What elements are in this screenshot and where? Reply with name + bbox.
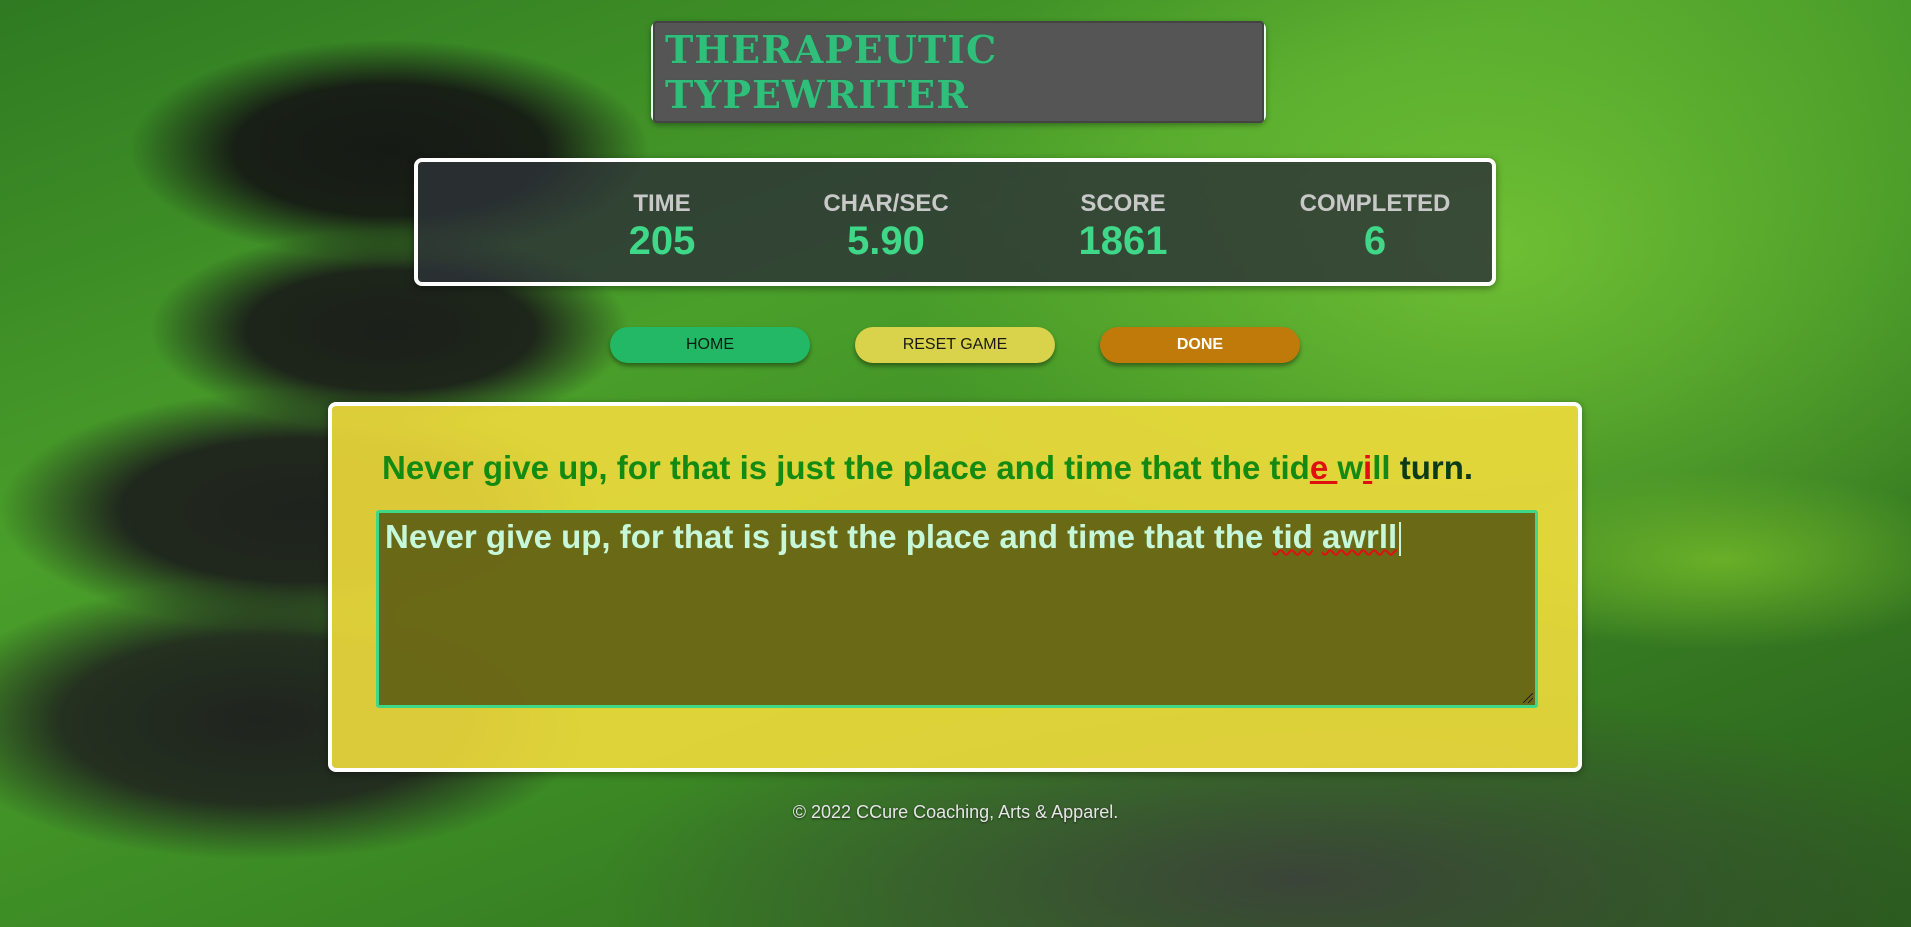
stats-panel: TIME 205 CHAR/SEC 5.90 SCORE 1861 COMPLE… (414, 158, 1496, 286)
typed-space (1313, 518, 1322, 555)
stat-time: TIME 205 (552, 190, 772, 264)
stat-time-value: 205 (628, 219, 696, 263)
reset-game-button[interactable]: RESET GAME (855, 327, 1055, 363)
stat-chars-per-sec-value: 5.90 (847, 219, 925, 263)
stat-time-label: TIME (633, 190, 691, 217)
target-segment-correct: Never give up, for that is just the plac… (382, 449, 1310, 486)
stat-chars-per-sec: CHAR/SEC 5.90 (776, 190, 996, 264)
stat-chars-per-sec-label: CHAR/SEC (823, 190, 949, 217)
text-caret (1399, 522, 1402, 557)
typing-input[interactable]: Never give up, for that is just the plac… (376, 510, 1538, 708)
home-button[interactable]: HOME (610, 327, 810, 363)
target-segment-pending: turn. (1390, 449, 1474, 486)
stat-completed-label: COMPLETED (1299, 190, 1451, 217)
typed-misspelled-word: tid (1272, 518, 1313, 555)
target-segment-correct: w (1337, 449, 1364, 486)
stat-completed-value: 6 (1363, 219, 1387, 263)
stat-score-value: 1861 (1078, 219, 1168, 263)
target-segment-error: i (1363, 449, 1373, 486)
stat-score: SCORE 1861 (1013, 190, 1233, 264)
resize-handle-icon[interactable] (1523, 693, 1533, 703)
footer-copyright: © 2022 CCure Coaching, Arts & Apparel. (792, 802, 1119, 822)
app-title: THERAPEUTIC TYPEWRITER (653, 21, 1264, 123)
app-title-banner: THERAPEUTIC TYPEWRITER (651, 21, 1266, 123)
stat-completed: COMPLETED 6 (1265, 190, 1485, 264)
done-button[interactable]: DONE (1100, 327, 1300, 363)
target-segment-error: e (1309, 449, 1338, 486)
stat-score-label: SCORE (1080, 190, 1166, 217)
typed-misspelled-word: awrll (1322, 518, 1398, 555)
target-sentence: Never give up, for that is just the plac… (382, 448, 1473, 488)
target-segment-correct: ll (1372, 449, 1391, 486)
game-panel: Never give up, for that is just the plac… (328, 402, 1582, 772)
typed-text: Never give up, for that is just the plac… (385, 518, 1273, 555)
